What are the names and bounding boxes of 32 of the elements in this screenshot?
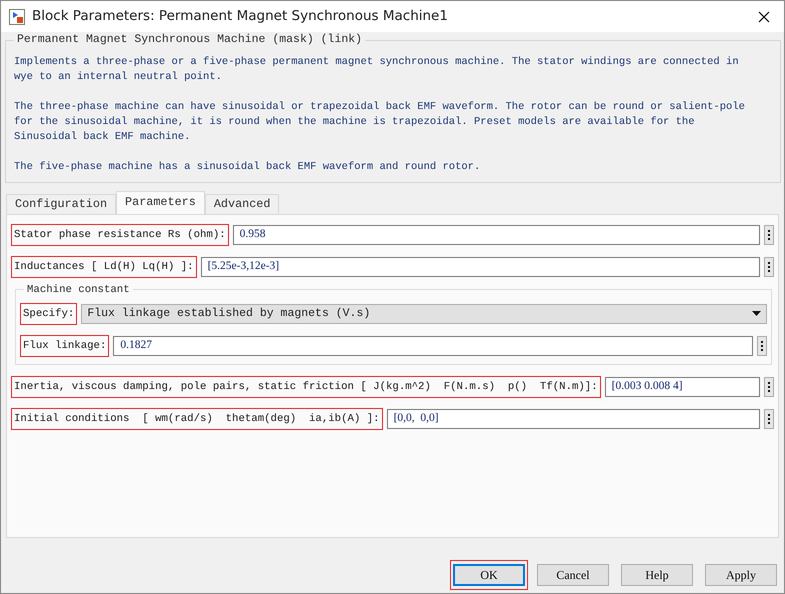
dropdown-arrow-icon — [752, 310, 761, 316]
tab[interactable]: Configuration — [6, 194, 116, 214]
input-field[interactable]: [0.003 0.008 4] — [604, 377, 760, 397]
input-field[interactable]: [5.25e-3,12e-3] — [200, 257, 760, 277]
description-paragraph: Implements a three-phase or a five-phase permanent magnet synchronous machine. The stator windings are connected in wye to an internal neutral point. — [14, 55, 740, 85]
tab[interactable]: Parameters — [116, 191, 205, 214]
more-button[interactable] — [764, 257, 774, 277]
dialog-button[interactable]: Cancel — [537, 564, 609, 586]
input-field[interactable]: [0,0, 0,0] — [386, 409, 760, 429]
description-paragraph: The three-phase machine can have sinusoidal or trapezoidal back EMF waveform. The rotor can be round or salient-pole for the sinusoidal machine, it is round when the machine is trapezoidal. Preset models are available for the Sinusoidal back EMF machine. — [14, 100, 746, 145]
app-icon — [9, 8, 25, 25]
window-title: Block Parameters: Permanent Magnet Synchronous Machine1 — [32, 7, 449, 26]
field-label: Stator phase resistance Rs (ohm): — [11, 224, 229, 246]
field-label: Initial conditions [ wm(rad/s) thetam(deg) ia,ib(A) ]: — [11, 408, 383, 430]
dialog-button[interactable]: OK — [453, 564, 525, 586]
more-button[interactable] — [764, 409, 774, 429]
input-field[interactable]: 0.958 — [232, 225, 760, 245]
more-button[interactable] — [757, 336, 767, 356]
field-label: Inertia, viscous damping, pole pairs, static friction [ J(kg.m^2) F(N.m.s) p() Tf(N.m)]: — [11, 376, 601, 398]
field-label: Flux linkage: — [20, 334, 110, 358]
field-label: Specify: — [20, 302, 78, 326]
panel-title: Permanent Magnet Synchronous Machine (mask) (link) — [14, 32, 366, 47]
more-button[interactable] — [764, 225, 774, 245]
dialog-button[interactable]: Help — [621, 564, 693, 586]
more-button[interactable] — [764, 377, 774, 397]
input-field[interactable]: 0.1827 — [113, 336, 753, 356]
close-icon[interactable] — [758, 10, 770, 23]
tab[interactable]: Advanced — [204, 194, 280, 214]
field-label: Inductances [ Ld(H) Lq(H) ]: — [11, 256, 197, 278]
description-paragraph: The five-phase machine has a sinusoidal back EMF waveform and round rotor. — [14, 160, 482, 175]
dropdown[interactable]: Flux linkage established by magnets (V.s) — [81, 304, 767, 324]
dialog-button[interactable]: Apply — [705, 564, 777, 586]
